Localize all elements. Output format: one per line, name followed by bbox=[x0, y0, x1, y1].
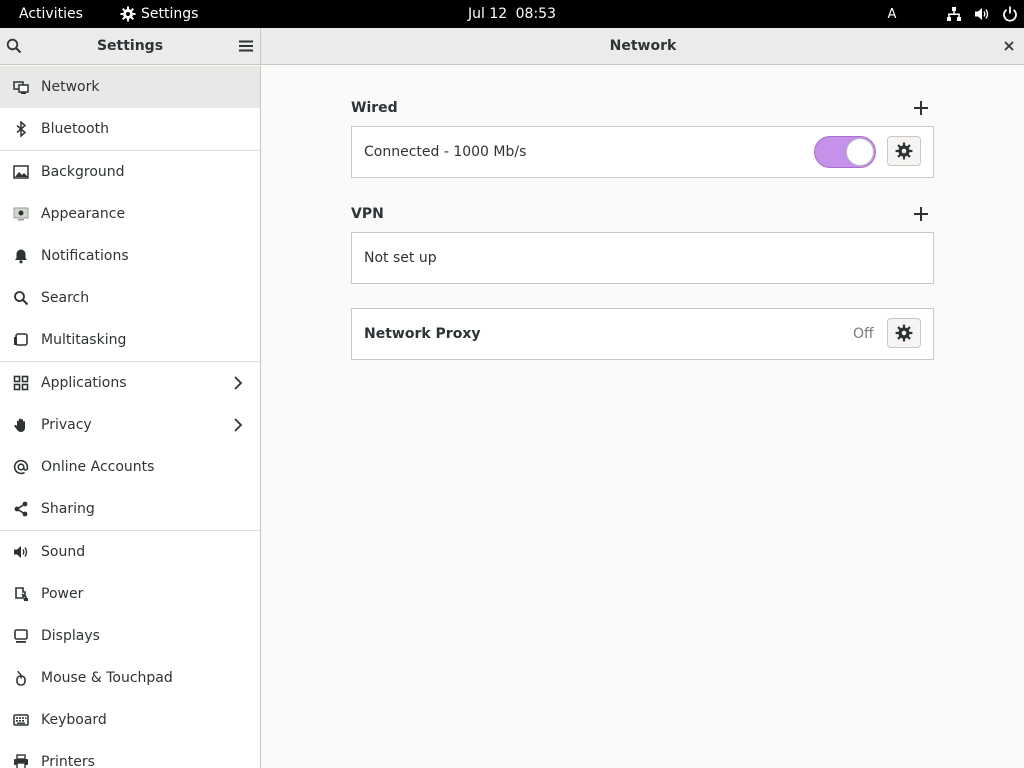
wired-connection-row: Connected - 1000 Mb/s bbox=[351, 126, 934, 178]
sound-icon bbox=[12, 543, 30, 561]
close-icon bbox=[1004, 41, 1014, 51]
sidebar-title: Settings bbox=[96, 38, 164, 54]
sidebar-item-mouse-touchpad[interactable]: Mouse & Touchpad bbox=[0, 657, 260, 699]
close-button[interactable] bbox=[998, 35, 1020, 57]
at-icon bbox=[12, 458, 30, 476]
network-proxy-label: Network Proxy bbox=[364, 326, 481, 342]
system-tray[interactable]: A bbox=[882, 0, 1024, 28]
proxy-settings-button[interactable] bbox=[887, 318, 921, 348]
sidebar-item-privacy[interactable]: Privacy bbox=[0, 404, 260, 446]
sidebar-item-applications[interactable]: Applications bbox=[0, 362, 260, 404]
sidebar-item-notifications[interactable]: Notifications bbox=[0, 235, 260, 277]
wired-toggle-switch[interactable] bbox=[814, 136, 876, 168]
main-menu-button[interactable] bbox=[234, 34, 258, 58]
sidebar-item-label: Sound bbox=[41, 544, 86, 560]
sidebar-item-label: Keyboard bbox=[41, 712, 107, 728]
mouse-icon bbox=[12, 669, 30, 687]
sidebar-item-label: Notifications bbox=[41, 248, 129, 264]
sidebar-item-label: Applications bbox=[41, 375, 127, 391]
network-icon bbox=[12, 78, 30, 96]
network-proxy-row[interactable]: Network Proxy Off bbox=[351, 308, 934, 360]
input-source-indicator[interactable]: A bbox=[882, 7, 902, 22]
sidebar-item-label: Appearance bbox=[41, 206, 126, 222]
clock-time: 08:53 bbox=[515, 6, 556, 22]
sidebar-item-label: Background bbox=[41, 164, 125, 180]
wired-heading: Wired bbox=[351, 100, 398, 116]
vpn-status: Not set up bbox=[364, 250, 437, 266]
sidebar-item-sharing[interactable]: Sharing bbox=[0, 488, 260, 531]
multitasking-icon bbox=[12, 331, 30, 349]
sidebar: Network Bluetooth Background Appearance … bbox=[0, 66, 261, 768]
hand-icon bbox=[12, 416, 30, 434]
sidebar-item-search[interactable]: Search bbox=[0, 277, 260, 319]
sidebar-item-appearance[interactable]: Appearance bbox=[0, 193, 260, 235]
chevron-right-icon bbox=[234, 376, 243, 390]
sidebar-item-power[interactable]: Power bbox=[0, 573, 260, 615]
search-icon bbox=[6, 38, 22, 54]
search-icon bbox=[12, 289, 30, 307]
applications-icon bbox=[12, 374, 30, 392]
sidebar-item-label: Network bbox=[41, 79, 100, 95]
volume-icon bbox=[968, 0, 996, 28]
add-wired-button[interactable] bbox=[912, 99, 930, 117]
sidebar-item-label: Bluetooth bbox=[41, 121, 109, 137]
proxy-state: Off bbox=[853, 326, 874, 342]
sidebar-item-label: Power bbox=[41, 586, 84, 602]
activities-button[interactable]: Activities bbox=[8, 0, 94, 28]
network-panel: Wired Connected - 1000 Mb/s VPN Not set … bbox=[262, 66, 1024, 768]
sidebar-item-label: Multitasking bbox=[41, 332, 127, 348]
sidebar-item-keyboard[interactable]: Keyboard bbox=[0, 699, 260, 741]
sidebar-item-online-accounts[interactable]: Online Accounts bbox=[0, 446, 260, 488]
sidebar-item-label: Search bbox=[41, 290, 90, 306]
printer-icon bbox=[12, 753, 30, 768]
keyboard-icon bbox=[12, 711, 30, 729]
bluetooth-icon bbox=[12, 120, 30, 138]
sidebar-item-label: Mouse & Touchpad bbox=[41, 670, 173, 686]
search-button[interactable] bbox=[2, 34, 26, 58]
hamburger-icon bbox=[239, 40, 253, 52]
network-icon bbox=[940, 0, 968, 28]
sidebar-item-label: Sharing bbox=[41, 501, 95, 517]
clock-date: Jul 12 bbox=[468, 6, 508, 22]
sidebar-item-bluetooth[interactable]: Bluetooth bbox=[0, 108, 260, 151]
add-vpn-button[interactable] bbox=[912, 205, 930, 223]
bell-icon bbox=[12, 247, 30, 265]
sidebar-item-multitasking[interactable]: Multitasking bbox=[0, 319, 260, 362]
vpn-section-header: VPN bbox=[351, 203, 934, 225]
clock[interactable]: Jul 12 08:53 bbox=[456, 0, 568, 28]
sidebar-item-displays[interactable]: Displays bbox=[0, 615, 260, 657]
power-plug-icon bbox=[12, 585, 30, 603]
sidebar-header: Settings bbox=[0, 28, 261, 65]
sidebar-item-label: Online Accounts bbox=[41, 459, 155, 475]
sidebar-item-label: Privacy bbox=[41, 417, 92, 433]
page-title: Network bbox=[609, 38, 677, 54]
display-icon bbox=[12, 627, 30, 645]
app-name: Settings bbox=[141, 6, 199, 22]
sidebar-item-background[interactable]: Background bbox=[0, 151, 260, 193]
sidebar-item-label: Displays bbox=[41, 628, 100, 644]
appearance-icon bbox=[12, 205, 30, 223]
vpn-heading: VPN bbox=[351, 206, 384, 222]
wired-settings-button[interactable] bbox=[887, 136, 921, 166]
gear-icon bbox=[895, 324, 913, 342]
background-icon bbox=[12, 163, 30, 181]
wired-section-header: Wired bbox=[351, 97, 934, 119]
sidebar-item-label: Printers bbox=[41, 754, 95, 768]
sidebar-item-printers[interactable]: Printers bbox=[0, 741, 260, 768]
gear-icon bbox=[120, 6, 136, 22]
sidebar-item-network[interactable]: Network bbox=[0, 66, 260, 108]
top-bar: Activities Settings Jul 12 08:53 A bbox=[0, 0, 1024, 28]
sidebar-item-sound[interactable]: Sound bbox=[0, 531, 260, 573]
vpn-row: Not set up bbox=[351, 232, 934, 284]
app-menu[interactable]: Settings bbox=[120, 0, 198, 28]
chevron-right-icon bbox=[234, 418, 243, 432]
gear-icon bbox=[895, 142, 913, 160]
header-bar: Settings Network bbox=[0, 28, 1024, 65]
wired-status: Connected - 1000 Mb/s bbox=[364, 144, 527, 160]
power-icon bbox=[996, 0, 1024, 28]
switch-knob bbox=[846, 138, 874, 166]
share-icon bbox=[12, 500, 30, 518]
